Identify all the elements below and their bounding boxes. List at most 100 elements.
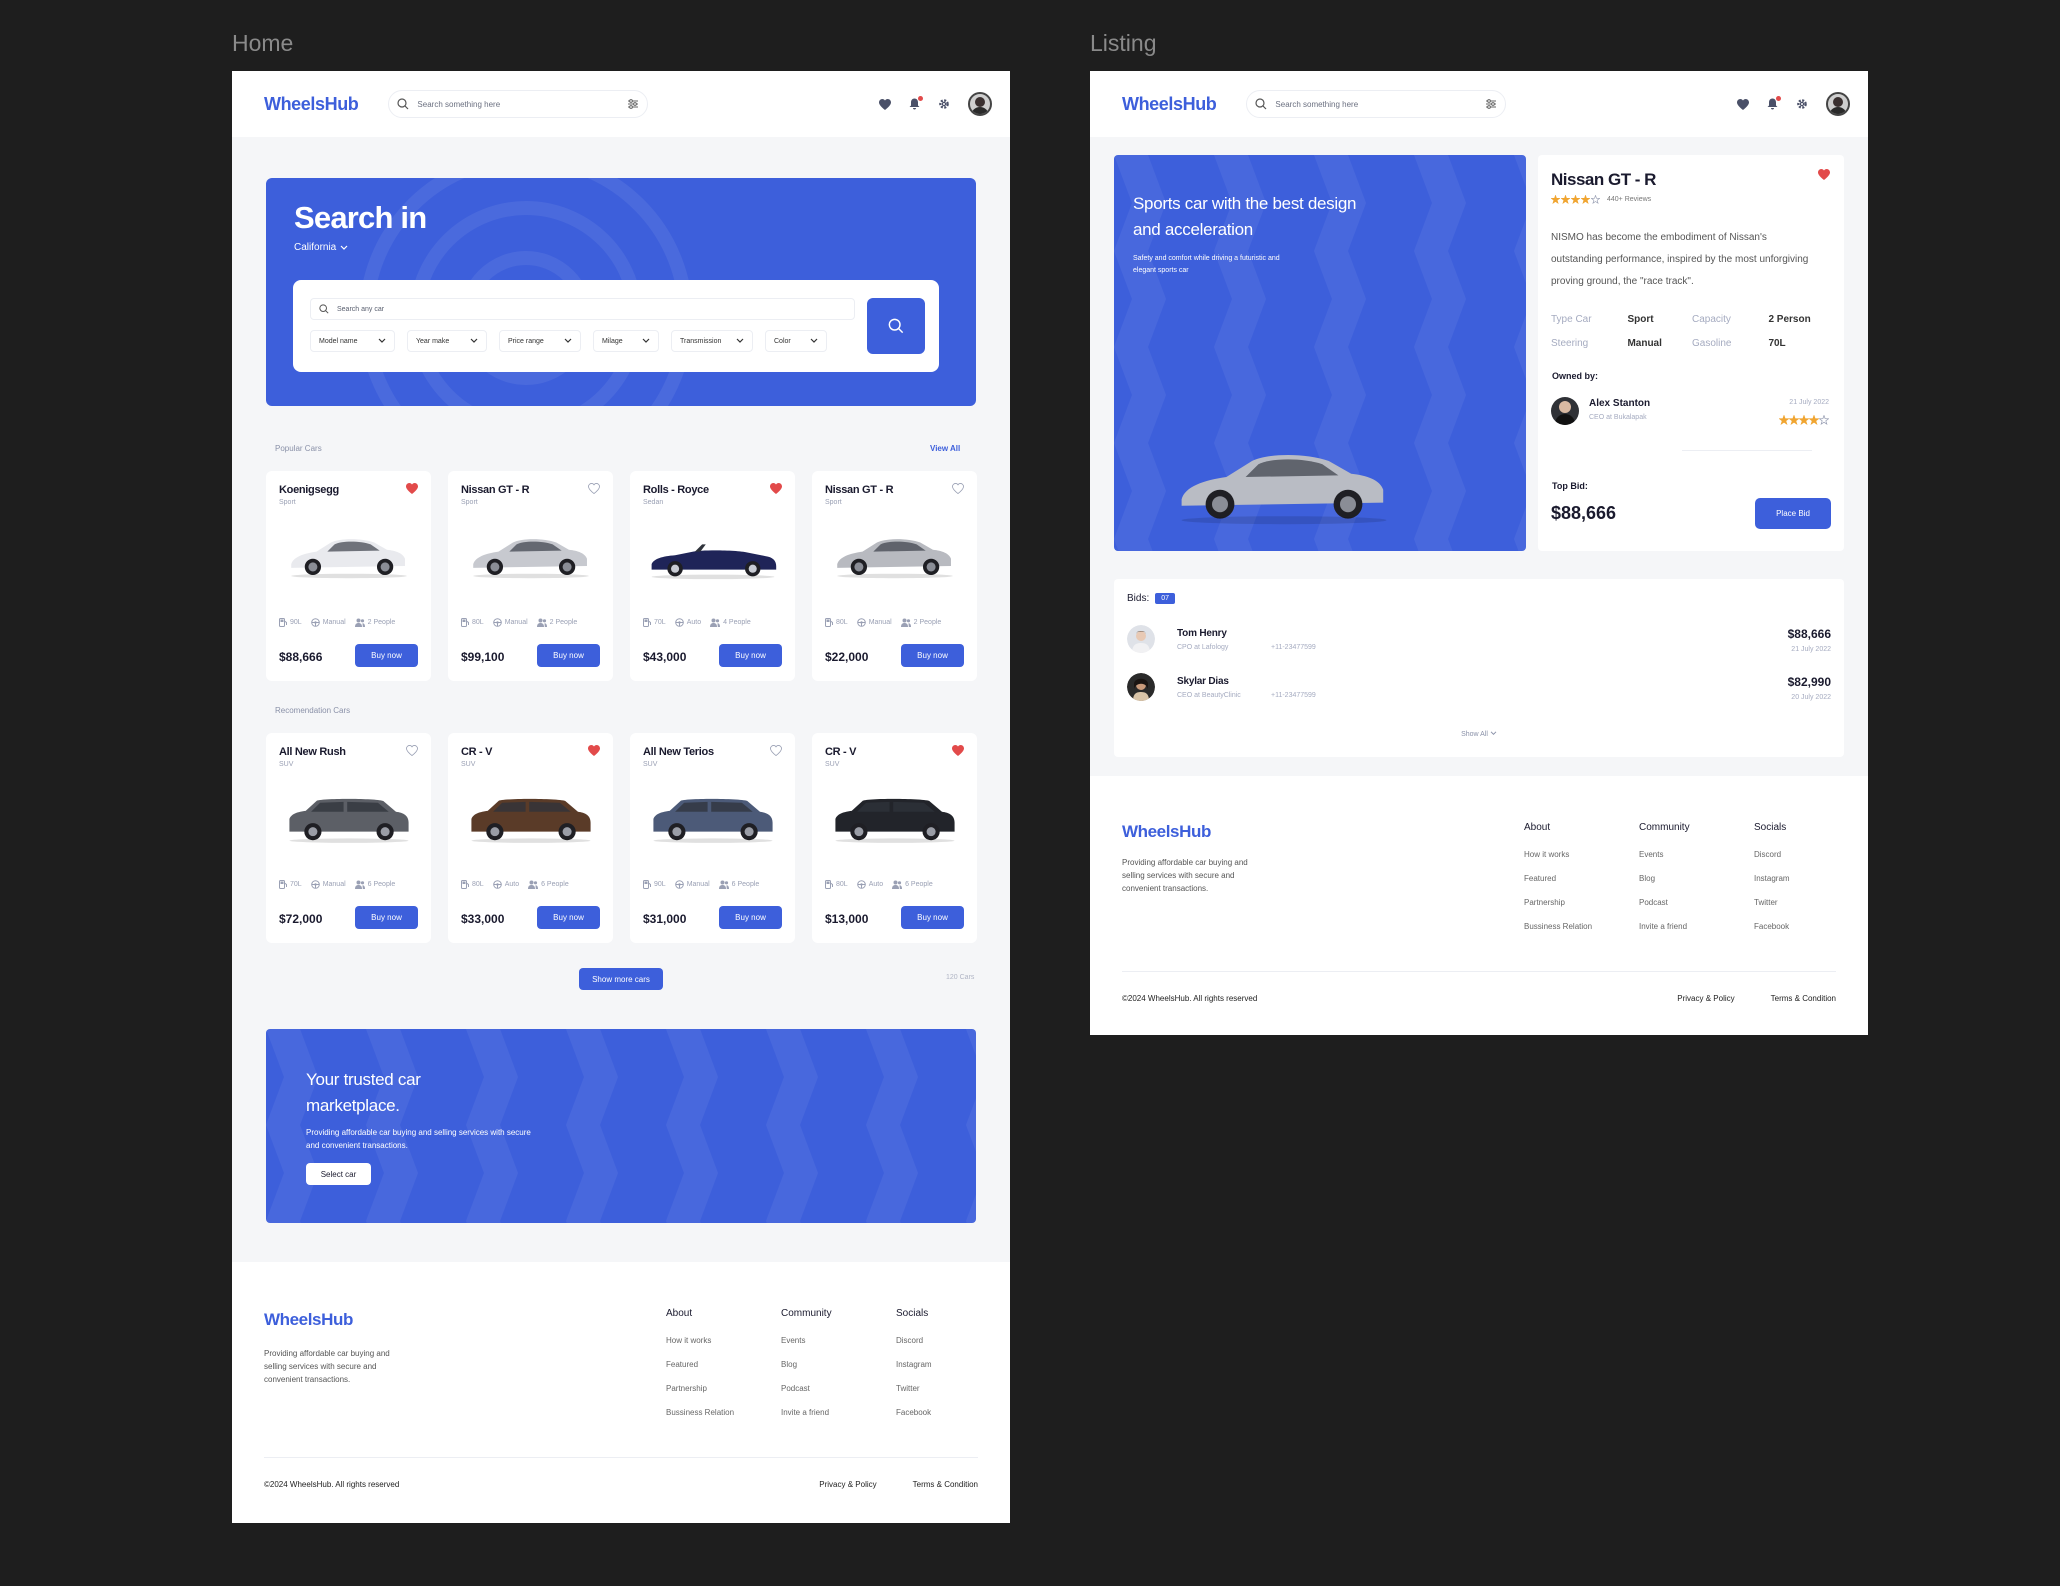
footer-divider bbox=[264, 1457, 978, 1458]
filter-dropdown[interactable]: Milage bbox=[593, 330, 659, 352]
settings-gear-icon[interactable] bbox=[938, 98, 950, 110]
favorites-heart-icon[interactable] bbox=[1737, 98, 1749, 110]
footer-link[interactable]: Discord bbox=[896, 1336, 932, 1345]
car-image bbox=[651, 544, 777, 580]
footer-link[interactable]: Blog bbox=[781, 1360, 832, 1369]
terms-condition-link[interactable]: Terms & Condition bbox=[1771, 994, 1836, 1003]
car-image bbox=[291, 539, 407, 579]
fuel-icon bbox=[279, 618, 287, 627]
search-submit-button[interactable] bbox=[867, 298, 925, 354]
favorite-heart-icon[interactable] bbox=[588, 745, 600, 756]
footer-link[interactable]: Podcast bbox=[1639, 898, 1690, 907]
filter-dropdown[interactable]: Color bbox=[765, 330, 827, 352]
settings-gear-icon[interactable] bbox=[1796, 98, 1808, 110]
fuel-icon bbox=[825, 880, 833, 889]
favorite-heart-icon[interactable] bbox=[406, 745, 418, 756]
select-car-button[interactable]: Select car bbox=[306, 1163, 371, 1185]
car-card[interactable]: All New Terios SUV 90L Manual 6 People $31,00… bbox=[630, 733, 795, 943]
footer-link[interactable]: Blog bbox=[1639, 874, 1690, 883]
footer-link[interactable]: Invite a friend bbox=[781, 1408, 832, 1417]
footer-logo[interactable]: WheelsHub bbox=[264, 1310, 353, 1330]
footer-logo[interactable]: WheelsHub bbox=[1122, 822, 1211, 842]
car-card[interactable]: CR - V SUV 80L Auto 6 People $33,000 Buy now bbox=[448, 733, 613, 943]
privacy-policy-link[interactable]: Privacy & Policy bbox=[819, 1480, 876, 1489]
footer-link[interactable]: Instagram bbox=[896, 1360, 932, 1369]
buy-now-button[interactable]: Buy now bbox=[537, 644, 600, 667]
buy-now-button[interactable]: Buy now bbox=[355, 644, 418, 667]
buy-now-button[interactable]: Buy now bbox=[719, 644, 782, 667]
buy-now-button[interactable]: Buy now bbox=[901, 906, 964, 929]
bid-date: 20 July 2022 bbox=[1791, 694, 1831, 701]
car-card[interactable]: Koenigsegg Sport 90L Manual 2 People $88,666 B… bbox=[266, 471, 431, 681]
footer-link[interactable]: Instagram bbox=[1754, 874, 1790, 883]
global-search-bar[interactable]: Search something here bbox=[388, 90, 649, 118]
footer-link[interactable]: Partnership bbox=[666, 1384, 734, 1393]
buy-now-button[interactable]: Buy now bbox=[355, 906, 418, 929]
privacy-policy-link[interactable]: Privacy & Policy bbox=[1677, 994, 1734, 1003]
user-avatar[interactable] bbox=[968, 92, 992, 116]
capacity: 6 People bbox=[367, 881, 396, 888]
favorite-heart-icon[interactable] bbox=[1818, 169, 1830, 180]
show-more-cars-button[interactable]: Show more cars bbox=[579, 968, 663, 990]
footer-column-title: Socials bbox=[1754, 822, 1787, 833]
buy-now-button[interactable]: Buy now bbox=[901, 644, 964, 667]
car-search-input[interactable]: Search any car bbox=[310, 298, 855, 320]
footer-link[interactable]: Podcast bbox=[781, 1384, 832, 1393]
banner-description: Providing affordable car buying and sell… bbox=[306, 1128, 531, 1150]
favorite-heart-icon[interactable] bbox=[770, 483, 782, 494]
global-search-bar[interactable]: Search something here bbox=[1246, 90, 1507, 118]
buy-now-button[interactable]: Buy now bbox=[537, 906, 600, 929]
footer-link[interactable]: Events bbox=[1639, 850, 1690, 859]
favorite-heart-icon[interactable] bbox=[952, 745, 964, 756]
detail-divider bbox=[1682, 450, 1812, 451]
car-specs: 80L Auto 6 People bbox=[461, 880, 569, 889]
filter-dropdown[interactable]: Transmission bbox=[671, 330, 753, 352]
footer-link[interactable]: Events bbox=[781, 1336, 832, 1345]
favorites-heart-icon[interactable] bbox=[879, 98, 891, 110]
notification-bell-icon[interactable] bbox=[1767, 96, 1781, 110]
car-card[interactable]: CR - V SUV 80L Auto 6 People $13,000 Buy now bbox=[812, 733, 977, 943]
global-search-input[interactable]: Search something here bbox=[417, 100, 627, 109]
footer-link[interactable]: Facebook bbox=[896, 1408, 932, 1417]
view-all-link[interactable]: View All bbox=[930, 444, 960, 453]
filter-icon[interactable] bbox=[1485, 98, 1497, 110]
footer-link[interactable]: How it works bbox=[1524, 850, 1592, 859]
footer-link[interactable]: Discord bbox=[1754, 850, 1790, 859]
footer-link[interactable]: Facebook bbox=[1754, 922, 1790, 931]
terms-condition-link[interactable]: Terms & Condition bbox=[913, 1480, 978, 1489]
favorite-heart-icon[interactable] bbox=[952, 483, 964, 494]
filter-dropdown[interactable]: Model name bbox=[310, 330, 395, 352]
place-bid-button[interactable]: Place Bid bbox=[1755, 498, 1831, 529]
footer-link[interactable]: Twitter bbox=[896, 1384, 932, 1393]
footer-link[interactable]: Partnership bbox=[1524, 898, 1592, 907]
footer-link[interactable]: Featured bbox=[666, 1360, 734, 1369]
footer-link[interactable]: How it works bbox=[666, 1336, 734, 1345]
buy-now-button[interactable]: Buy now bbox=[719, 906, 782, 929]
filter-dropdown[interactable]: Year make bbox=[407, 330, 487, 352]
car-card[interactable]: All New Rush SUV 70L Manual 6 People $72,000 B… bbox=[266, 733, 431, 943]
show-all-bids-button[interactable]: Show All bbox=[1114, 731, 1844, 738]
footer-link[interactable]: Twitter bbox=[1754, 898, 1790, 907]
owner-info: Alex Stanton CEO at Bukalapak 21 July 20… bbox=[1551, 395, 1829, 429]
logo[interactable]: WheelsHub bbox=[1122, 94, 1217, 115]
rating-stars: 440+ Reviews bbox=[1551, 195, 1651, 204]
notification-bell-icon[interactable] bbox=[909, 96, 923, 110]
capacity: 6 People bbox=[731, 881, 760, 888]
location-selector[interactable]: California bbox=[294, 242, 348, 253]
favorite-heart-icon[interactable] bbox=[406, 483, 418, 494]
footer-link[interactable]: Bussiness Relation bbox=[1524, 922, 1592, 931]
car-card[interactable]: Nissan GT - R Sport 80L Manual 2 People $99,1… bbox=[448, 471, 613, 681]
user-avatar[interactable] bbox=[1826, 92, 1850, 116]
filter-icon[interactable] bbox=[627, 98, 639, 110]
car-card[interactable]: Nissan GT - R Sport 80L Manual 2 People $22,0… bbox=[812, 471, 977, 681]
logo[interactable]: WheelsHub bbox=[264, 94, 359, 115]
car-card[interactable]: Rolls - Royce Sedan 70L Auto 4 People $43,000… bbox=[630, 471, 795, 681]
footer-link[interactable]: Bussiness Relation bbox=[666, 1408, 734, 1417]
favorite-heart-icon[interactable] bbox=[588, 483, 600, 494]
star-filled-icon bbox=[1581, 195, 1590, 204]
footer-link[interactable]: Invite a friend bbox=[1639, 922, 1690, 931]
favorite-heart-icon[interactable] bbox=[770, 745, 782, 756]
global-search-input[interactable]: Search something here bbox=[1275, 100, 1485, 109]
filter-dropdown[interactable]: Price range bbox=[499, 330, 581, 352]
footer-link[interactable]: Featured bbox=[1524, 874, 1592, 883]
